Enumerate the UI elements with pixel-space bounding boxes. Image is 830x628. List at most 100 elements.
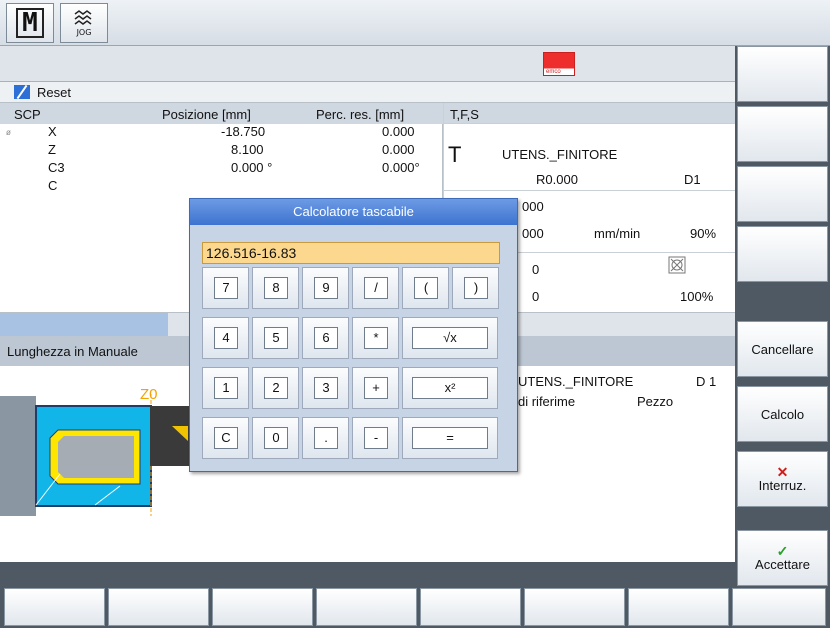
key-label: ) <box>464 277 488 299</box>
calculate-button[interactable]: Calcolo <box>737 386 828 442</box>
key-3[interactable]: 3 <box>302 367 349 409</box>
axis-row: Z 8.100 0.000 <box>0 142 443 159</box>
calculator-dialog: Calcolatore tascabile 126.516-16.83 7 8 … <box>189 198 518 472</box>
cancel-label: Interruz. <box>758 477 807 493</box>
key-label: + <box>364 377 388 399</box>
key-label: 1 <box>214 377 238 399</box>
tool-name: UTENS._FINITORE <box>518 374 634 389</box>
key-label: √x <box>412 327 488 349</box>
spindle-override: 100% <box>680 289 714 304</box>
delete-button[interactable]: Cancellare <box>737 321 828 377</box>
tool-letter: T <box>448 142 462 167</box>
key-label: 4 <box>214 327 238 349</box>
key-5[interactable]: 5 <box>252 317 299 359</box>
key-clear[interactable]: C <box>202 417 249 459</box>
key-1[interactable]: 1 <box>202 367 249 409</box>
spindle-value-2: 0 <box>532 289 540 304</box>
key-minus[interactable]: - <box>352 417 399 459</box>
softkey-h3[interactable] <box>212 588 313 626</box>
jog-icon <box>74 9 92 25</box>
key-multiply[interactable]: * <box>352 317 399 359</box>
axis-marker-icon: ø <box>6 128 11 137</box>
calculate-label: Calcolo <box>760 406 805 422</box>
key-label: - <box>364 427 388 449</box>
key-label: / <box>364 277 388 299</box>
key-label: 8 <box>264 277 288 299</box>
softkey-r3[interactable] <box>737 166 828 222</box>
key-0[interactable]: 0 <box>252 417 299 459</box>
machine-icon: M <box>16 8 44 38</box>
tool-d: D 1 <box>696 374 717 389</box>
key-divide[interactable]: / <box>352 267 399 309</box>
delete-label: Cancellare <box>751 341 814 357</box>
softkey-r4[interactable] <box>737 226 828 282</box>
softkey-r2[interactable] <box>737 106 828 162</box>
cancel-icon: ✕ <box>776 463 789 480</box>
axis-position: 0.000 ° <box>231 160 273 175</box>
machine-mode-button[interactable]: M <box>6 3 54 43</box>
axis-residual: 0.000° <box>382 160 420 175</box>
calculator-title: Calcolatore tascabile <box>190 199 517 225</box>
softkey-r1[interactable] <box>737 46 828 102</box>
key-7[interactable]: 7 <box>202 267 249 309</box>
key-4[interactable]: 4 <box>202 317 249 359</box>
jog-button[interactable]: JOG <box>60 3 108 43</box>
accept-icon: ✓ <box>776 542 789 559</box>
key-label: 0 <box>264 427 288 449</box>
key-plus[interactable]: + <box>352 367 399 409</box>
reset-icon <box>14 85 30 99</box>
status-strip: emco <box>0 46 735 82</box>
reset-label: Reset <box>37 85 71 100</box>
feed-value-1: 000 <box>522 199 544 214</box>
softkey-h4[interactable] <box>316 588 417 626</box>
key-label: 3 <box>314 377 338 399</box>
footer-band <box>0 562 735 586</box>
accept-label: Accettare <box>755 556 810 572</box>
key-label: 9 <box>314 277 338 299</box>
key-9[interactable]: 9 <box>302 267 349 309</box>
axis-position: 8.100 <box>231 142 264 157</box>
brand-logo: emco <box>543 52 575 76</box>
axis-name: X <box>48 124 57 139</box>
softkey-h1[interactable] <box>4 588 105 626</box>
key-label: 2 <box>264 377 288 399</box>
workpiece-label: Pezzo <box>637 394 674 409</box>
key-8[interactable]: 8 <box>252 267 299 309</box>
key-label: . <box>314 427 338 449</box>
accept-button[interactable]: ✓ Accettare <box>737 530 828 586</box>
axis-position: -18.750 <box>221 124 266 139</box>
axis-name: C <box>48 178 58 193</box>
axis-name: Z <box>48 142 56 157</box>
softkey-h7[interactable] <box>628 588 729 626</box>
scp-header: SCP <box>14 107 41 122</box>
key-sqrt[interactable]: √x <box>402 317 498 359</box>
residual-col-header: Perc. res. [mm] <box>316 107 405 122</box>
tool-d: D1 <box>684 172 701 187</box>
tfs-header-label: T,F,S <box>450 107 479 122</box>
cancel-button[interactable]: ✕ Interruz. <box>737 451 828 507</box>
calculator-input[interactable]: 126.516-16.83 <box>202 242 500 264</box>
softkey-h2[interactable] <box>108 588 209 626</box>
panel-title: Lunghezza in Manuale <box>7 344 138 359</box>
key-2[interactable]: 2 <box>252 367 299 409</box>
softkey-h8[interactable] <box>732 588 826 626</box>
feed-value-2: 000 <box>522 226 544 241</box>
spindle-value-1: 0 <box>532 262 540 277</box>
softkey-h5[interactable] <box>420 588 521 626</box>
jog-label: JOG <box>76 27 92 37</box>
feed-unit: mm/min <box>594 226 641 241</box>
key-close-paren[interactable]: ) <box>452 267 499 309</box>
key-label: 7 <box>214 277 238 299</box>
feed-override: 90% <box>690 226 717 241</box>
key-equals[interactable]: = <box>402 417 498 459</box>
key-square[interactable]: x² <box>402 367 498 409</box>
key-label: x² <box>412 377 488 399</box>
key-open-paren[interactable]: ( <box>402 267 449 309</box>
axis-name: C3 <box>48 160 65 175</box>
key-label: C <box>214 427 238 449</box>
key-decimal[interactable]: . <box>302 417 349 459</box>
key-6[interactable]: 6 <box>302 317 349 359</box>
softkey-h6[interactable] <box>524 588 625 626</box>
right-softkey-bar: Cancellare Calcolo ✕ Interruz. ✓ Accetta… <box>735 46 830 586</box>
spindle-stop-icon <box>668 256 686 274</box>
